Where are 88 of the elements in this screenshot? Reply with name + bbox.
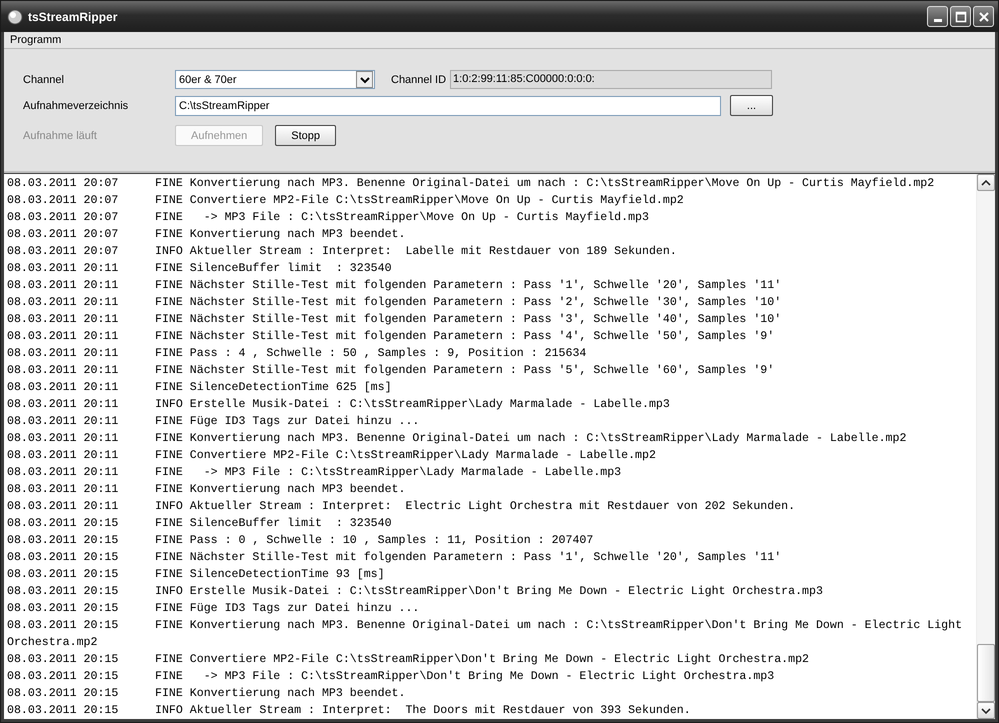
- log-timestamp: 08.03.2011 20:11: [7, 448, 120, 464]
- log-message: FINE SilenceBuffer limit : 323540: [155, 261, 392, 277]
- log-message: FINE Convertiere MP2-File C:\tsStreamRipper\Move On Up - Curtis Mayfield.mp2: [155, 193, 684, 209]
- log-message: FINE Konvertierung nach MP3. Benenne Original-Datei um nach : C:\tsStreamRipper\Don't Bring Me Down - Electric Light: [155, 618, 962, 634]
- field-label: Channel ID: [391, 74, 446, 86]
- log-timestamp: 08.03.2011 20:11: [7, 295, 120, 311]
- log-message: INFO Erstelle Musik-Datei : C:\tsStreamRipper\Lady Marmalade - Labelle.mp3: [155, 397, 670, 413]
- log-message: INFO Aktueller Stream : Interpret: Electric Light Orchestra mit Restdauer von 202 Sekunden.: [155, 499, 796, 515]
- log-message: FINE Pass : 4 , Schwelle : 50 , Samples : 9, Position : 215634: [155, 346, 586, 362]
- log-message: FINE Konvertierung nach MP3. Benenne Original-Datei um nach : C:\tsStreamRipper\Move On Up - Curtis Mayfield.mp2: [155, 176, 934, 192]
- log-message: FINE -> MP3 File : C:\tsStreamRipper\Lady Marmalade - Labelle.mp3: [155, 465, 622, 481]
- log-timestamp: 08.03.2011 20:11: [7, 482, 120, 498]
- log-timestamp: 08.03.2011 20:11: [7, 397, 120, 413]
- log-timestamp: 08.03.2011 20:15: [7, 686, 120, 702]
- log-timestamp: 08.03.2011 20:15: [7, 601, 120, 617]
- log-timestamp: 08.03.2011 20:11: [7, 278, 120, 294]
- window-title: tsStreamRipper: [28, 10, 118, 24]
- log-timestamp: 08.03.2011 20:11: [7, 465, 120, 481]
- log-timestamp: 08.03.2011 20:07: [7, 210, 120, 226]
- log-message: FINE Pass : 0 , Schwelle : 10 , Samples : 11, Position : 207407: [155, 533, 594, 549]
- log-timestamp: 08.03.2011 20:11: [7, 329, 120, 345]
- scroll-down-button[interactable]: [977, 702, 995, 719]
- log-timestamp: 08.03.2011 20:11: [7, 414, 120, 430]
- log-timestamp: 08.03.2011 20:15: [7, 533, 120, 549]
- log-timestamp: 08.03.2011 20:15: [7, 567, 120, 583]
- channel-dropdown[interactable]: 60er & 70er: [175, 70, 375, 89]
- log-message: FINE Nächster Stille-Test mit folgenden Parametern : Pass '1', Schwelle '20', Samples '11': [155, 550, 782, 566]
- app-icon: [7, 8, 23, 24]
- log-message: FINE Convertiere MP2-File C:\tsStreamRipper\Don't Bring Me Down - Electric Light Orchestra.mp2: [155, 652, 809, 668]
- log-timestamp: 08.03.2011 20:15: [7, 584, 120, 600]
- log-timestamp: 08.03.2011 20:15: [7, 516, 120, 532]
- log-timestamp: 08.03.2011 20:07: [7, 193, 120, 209]
- log-timestamp: 08.03.2011 20:15: [7, 703, 120, 719]
- log-timestamp: 08.03.2011 20:07: [7, 176, 120, 192]
- close-icon: [978, 10, 990, 22]
- log-message: FINE Nächster Stille-Test mit folgenden Parametern : Pass '2', Schwelle '30', Samples '10': [155, 295, 782, 311]
- log-timestamp: 08.03.2011 20:07: [7, 244, 120, 260]
- action-button[interactable]: Stopp: [275, 125, 336, 146]
- log-timestamp: 08.03.2011 20:11: [7, 499, 120, 515]
- log-timestamp: 08.03.2011 20:15: [7, 652, 120, 668]
- chevron-down-icon: [981, 706, 991, 714]
- log-message: INFO Aktueller Stream : Interpret: The Doors mit Restdauer von 393 Sekunden.: [155, 703, 691, 719]
- log-message: Orchestra.mp2: [7, 635, 98, 651]
- log-message: FINE Convertiere MP2-File C:\tsStreamRipper\Lady Marmalade - Labelle.mp2: [155, 448, 656, 464]
- log-message: FINE Konvertierung nach MP3. Benenne Original-Datei um nach : C:\tsStreamRipper\Lady Marmalade - Labelle.mp2: [155, 431, 906, 447]
- log-message: FINE SilenceDetectionTime 625 [ms]: [155, 380, 392, 396]
- log-timestamp: 08.03.2011 20:15: [7, 618, 120, 634]
- log-timestamp: 08.03.2011 20:15: [7, 550, 120, 566]
- log-message: FINE -> MP3 File : C:\tsStreamRipper\Don't Bring Me Down - Electric Light Orchestra.mp3: [155, 669, 774, 685]
- minimize-button[interactable]: [927, 6, 948, 27]
- close-button[interactable]: [973, 6, 994, 27]
- log-message: FINE Nächster Stille-Test mit folgenden Parametern : Pass '1', Schwelle '20', Samples '11': [155, 278, 782, 294]
- log-message: FINE Füge ID3 Tags zur Datei hinzu ...: [155, 414, 420, 430]
- log-message: FINE Konvertierung nach MP3 beendet.: [155, 482, 406, 498]
- directory-field[interactable]: C:\tsStreamRipper: [175, 96, 721, 116]
- log-message: FINE Nächster Stille-Test mit folgenden Parametern : Pass '4', Schwelle '50', Samples '9': [155, 329, 774, 345]
- chevron-down-icon: [360, 76, 370, 84]
- log-message: FINE Nächster Stille-Test mit folgenden Parametern : Pass '5', Schwelle '60', Samples '9': [155, 363, 774, 379]
- log-message: FINE SilenceDetectionTime 93 [ms]: [155, 567, 385, 583]
- channel-id-field[interactable]: 1:0:2:99:11:85:C00000:0:0:0:: [450, 70, 772, 89]
- scroll-thumb[interactable]: [977, 644, 995, 702]
- log-message: FINE -> MP3 File : C:\tsStreamRipper\Move On Up - Curtis Mayfield.mp3: [155, 210, 649, 226]
- log-timestamp: 08.03.2011 20:11: [7, 346, 120, 362]
- log-timestamp: 08.03.2011 20:11: [7, 380, 120, 396]
- minimize-icon: [934, 19, 942, 22]
- browse-button[interactable]: ...: [730, 95, 773, 116]
- log-timestamp: 08.03.2011 20:11: [7, 312, 120, 328]
- log-message: FINE Füge ID3 Tags zur Datei hinzu ...: [155, 601, 420, 617]
- scrollbar[interactable]: [976, 174, 995, 719]
- log-message: FINE SilenceBuffer limit : 323540: [155, 516, 392, 532]
- log-message: INFO Aktueller Stream : Interpret: Labelle mit Restdauer von 189 Sekunden.: [155, 244, 677, 260]
- field-label: Aufnahmeverzeichnis: [23, 100, 130, 112]
- log-timestamp: 08.03.2011 20:07: [7, 227, 120, 243]
- log-message: FINE Konvertierung nach MP3 beendet.: [155, 686, 406, 702]
- log-timestamp: 08.03.2011 20:11: [7, 363, 120, 379]
- maximize-button[interactable]: [950, 6, 971, 27]
- scroll-up-button[interactable]: [977, 174, 995, 191]
- log-timestamp: 08.03.2011 20:15: [7, 669, 120, 685]
- menu-item[interactable]: Programm: [4, 34, 68, 46]
- log-message: FINE Nächster Stille-Test mit folgenden Parametern : Pass '3', Schwelle '40', Samples '10': [155, 312, 782, 328]
- log-message: FINE Konvertierung nach MP3 beendet.: [155, 227, 406, 243]
- chevron-up-icon: [981, 178, 991, 186]
- maximize-icon: [954, 10, 966, 22]
- status-label: Aufnahme läuft: [23, 130, 98, 142]
- field-label: Channel: [23, 74, 65, 86]
- log-timestamp: 08.03.2011 20:11: [7, 261, 120, 277]
- log-message: INFO Erstelle Musik-Datei : C:\tsStreamRipper\Don't Bring Me Down - Electric Light Orchestra.mp3: [155, 584, 823, 600]
- log-timestamp: 08.03.2011 20:11: [7, 431, 120, 447]
